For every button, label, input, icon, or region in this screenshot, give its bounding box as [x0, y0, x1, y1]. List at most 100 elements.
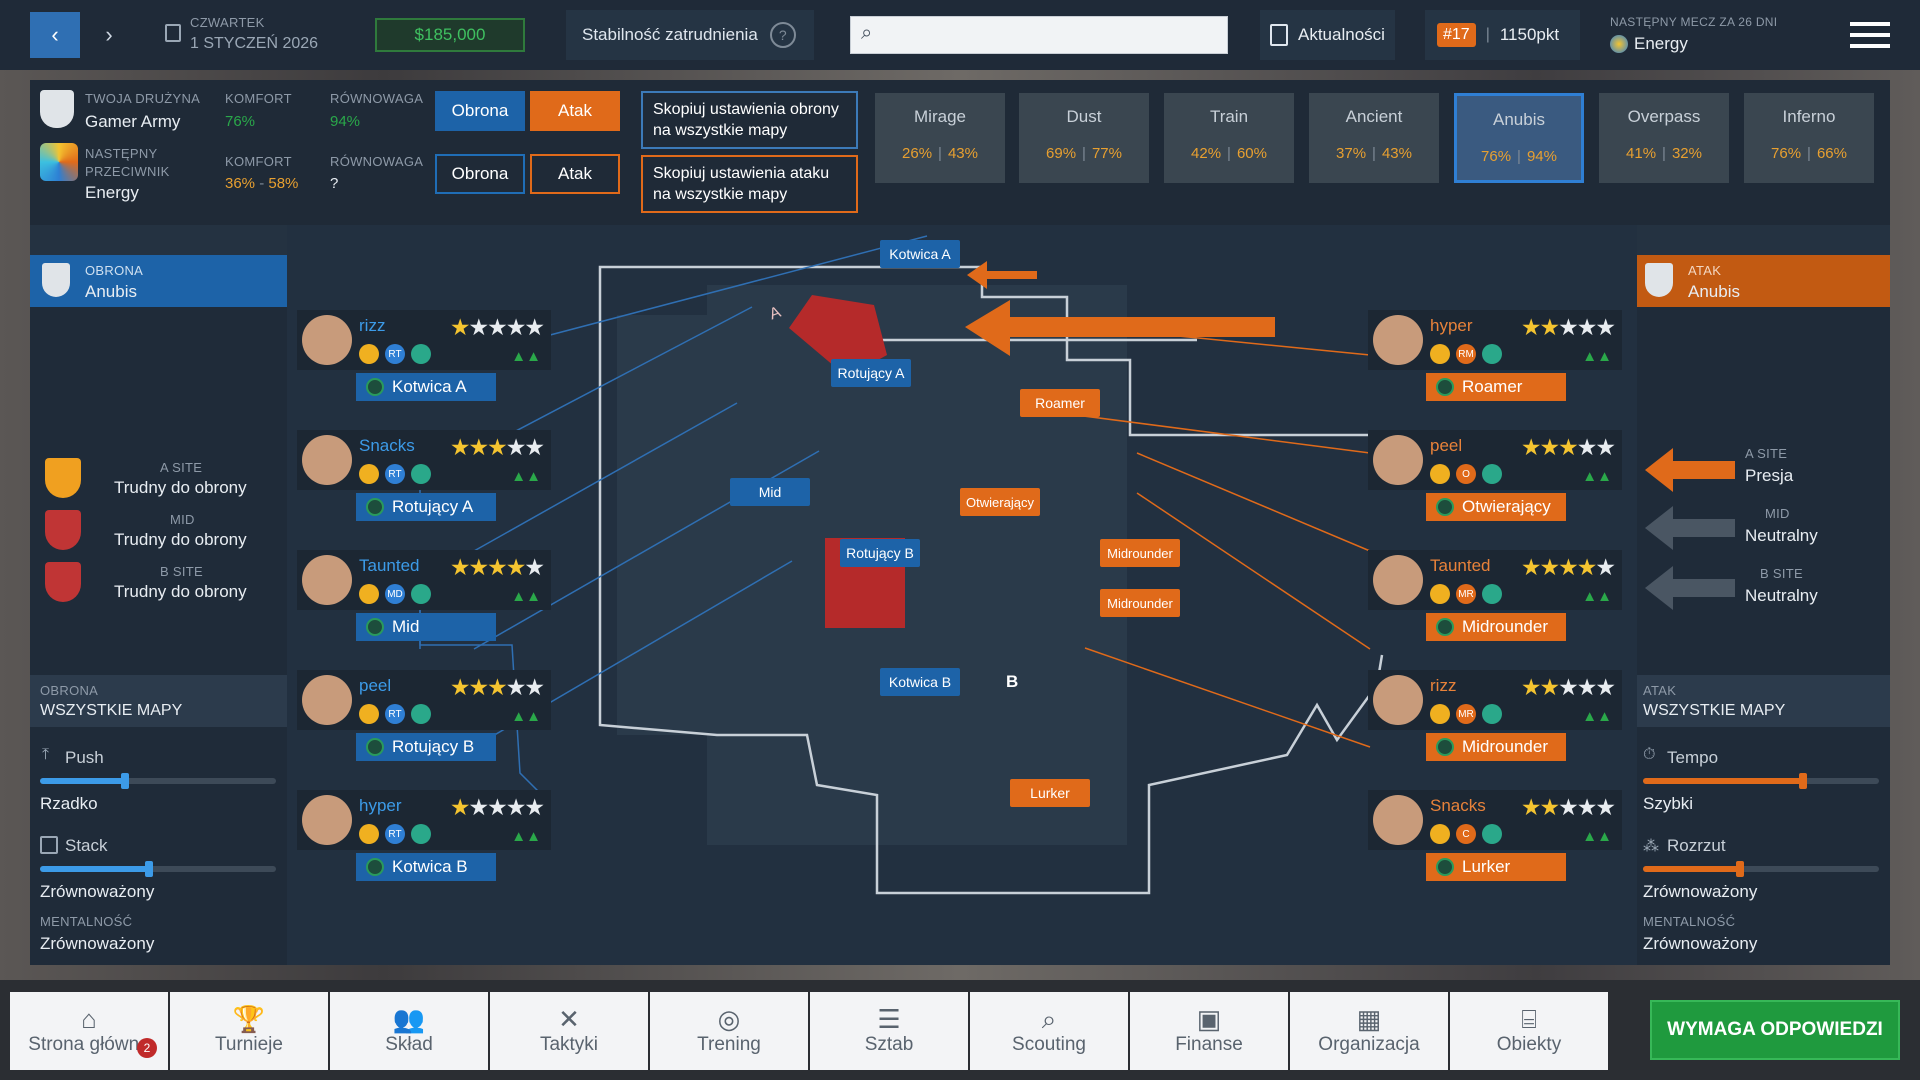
map-label-kotwica-b[interactable]: Kotwica B [880, 668, 960, 696]
menu-icon[interactable] [1850, 22, 1890, 48]
spread-fill [1643, 866, 1740, 872]
map-percent: 76% | 66% [1744, 145, 1874, 162]
shield-icon [1645, 263, 1673, 297]
stack-slider[interactable] [40, 861, 276, 877]
nav-tab-8[interactable]: ▣ Finanse [1130, 992, 1288, 1070]
stability-button[interactable]: Stabilność zatrudnienia ? [566, 10, 814, 60]
stability-label: Stabilność zatrudnienia [582, 25, 758, 44]
map-label-midrounder-2[interactable]: Midrounder [1100, 589, 1180, 617]
role-assignment[interactable]: Midrounder [1426, 733, 1566, 761]
thumbs-icon: ▲▲ [1582, 828, 1612, 845]
stack-knob[interactable] [144, 861, 153, 877]
map-card-ancient[interactable]: Ancient 37% | 43% [1309, 93, 1439, 183]
news-button[interactable]: Aktualności [1260, 10, 1395, 60]
map-card-inferno[interactable]: Inferno 76% | 66% [1744, 93, 1874, 183]
map-card-dust[interactable]: Dust 69% | 77% [1019, 93, 1149, 183]
nav-tab-2[interactable]: 🏆 Turnieje [170, 992, 328, 1070]
mid-arrow-icon[interactable] [1645, 506, 1735, 550]
mentality-value[interactable]: Zrównoważony [40, 934, 154, 954]
push-knob[interactable] [120, 773, 129, 789]
role-assignment[interactable]: Roamer [1426, 373, 1566, 401]
defense-map-header[interactable]: OBRONA Anubis [30, 255, 287, 307]
star-icon: ★ [1558, 674, 1579, 700]
player-card[interactable]: hyper ★★★★★ RT ▲▲ [297, 790, 551, 850]
role-assignment[interactable]: Kotwica A [356, 373, 496, 401]
attack-map-header[interactable]: ATAK Anubis [1633, 255, 1890, 307]
player-avatar [1373, 555, 1423, 605]
star-icon: ★ [449, 314, 471, 340]
player-card[interactable]: Snacks ★★★★★ RT ▲▲ [297, 430, 551, 490]
map-label-midrounder-1[interactable]: Midrounder [1100, 539, 1180, 567]
skill-icon [411, 704, 431, 724]
map-card-overpass[interactable]: Overpass 41% | 32% [1599, 93, 1729, 183]
attack-tab-button[interactable]: Atak [530, 91, 620, 131]
tempo-slider[interactable] [1643, 773, 1879, 789]
copy-defense-button[interactable]: Skopiuj ustawienia obrony na wszystkie m… [641, 91, 858, 149]
nav-tab-10[interactable]: ⌸ Obiekty [1450, 992, 1608, 1070]
player-name: Taunted [359, 556, 420, 575]
help-icon[interactable]: ? [769, 22, 796, 48]
nav-tab-6[interactable]: ☰ Sztab [810, 992, 968, 1070]
nav-tab-1[interactable]: ⌂ Strona główna [10, 992, 168, 1070]
player-card[interactable]: rizz ★★★★★ RT ▲▲ [297, 310, 551, 370]
opp-attack-button[interactable]: Atak [530, 154, 620, 194]
player-avatar [302, 795, 352, 845]
a-site-arrow-icon[interactable] [1645, 448, 1735, 492]
defense-tab-button[interactable]: Obrona [435, 91, 525, 131]
tempo-knob[interactable] [1799, 773, 1808, 789]
nav-tab-7[interactable]: ⌕ Scouting [970, 992, 1128, 1070]
ranking-button[interactable]: #17 | 1150pkt [1425, 10, 1580, 60]
map-card-train[interactable]: Train 42% | 60% [1164, 93, 1294, 183]
map-label-mid[interactable]: Mid [730, 478, 810, 506]
a-site-label: A SITE [160, 460, 203, 475]
role-assignment[interactable]: Otwierający [1426, 493, 1566, 521]
role-assignment[interactable]: Kotwica B [356, 853, 496, 881]
spread-icon: ⁂ [1643, 838, 1659, 855]
map-label-rotujacy-b[interactable]: Rotujący B [840, 539, 920, 567]
map-label-roamer[interactable]: Roamer [1020, 389, 1100, 417]
nav-tab-4[interactable]: ✕ Taktyki [490, 992, 648, 1070]
player-card[interactable]: Snacks ★★★★★ C ▲▲ [1368, 790, 1622, 850]
nav-label: Scouting [1012, 1034, 1086, 1055]
map-card-anubis[interactable]: Anubis 76% | 94% [1454, 93, 1584, 183]
player-card[interactable]: peel ★★★★★ O ▲▲ [1368, 430, 1622, 490]
spread-knob[interactable] [1735, 861, 1744, 877]
b-site-arrow-icon[interactable] [1645, 566, 1735, 610]
map-label-lurker[interactable]: Lurker [1010, 779, 1090, 807]
nav-tab-3[interactable]: 👥 Skład [330, 992, 488, 1070]
role-assignment[interactable]: Rotujący A [356, 493, 496, 521]
defense-all-maps-header: OBRONA WSZYSTKIE MAPY [30, 675, 287, 727]
map-label-rotujacy-a[interactable]: Rotujący A [831, 359, 911, 387]
opp-defense-button[interactable]: Obrona [435, 154, 525, 194]
nav-tab-9[interactable]: ▦ Organizacja [1290, 992, 1448, 1070]
role-assignment[interactable]: Lurker [1426, 853, 1566, 881]
role-assignment[interactable]: Rotujący B [356, 733, 496, 761]
site-b-label[interactable]: B [1006, 672, 1018, 692]
stack-fill [40, 866, 149, 872]
push-slider[interactable] [40, 773, 276, 789]
player-card[interactable]: Taunted ★★★★★ MD ▲▲ [297, 550, 551, 610]
back-button[interactable]: ‹ [30, 12, 80, 58]
nav-label: Taktyki [539, 1034, 599, 1055]
copy-attack-button[interactable]: Skopiuj ustawienia ataku na wszystkie ma… [641, 155, 858, 213]
player-name: hyper [1430, 316, 1473, 335]
map-card-mirage[interactable]: Mirage 26% | 43% [875, 93, 1005, 183]
player-card[interactable]: hyper ★★★★★ RM ▲▲ [1368, 310, 1622, 370]
map-label-kotwica-a[interactable]: Kotwica A [880, 240, 960, 268]
trait-badge: RT [385, 464, 405, 484]
map-label-otwierajacy[interactable]: Otwierający [960, 488, 1040, 516]
search-input[interactable]: ⌕ [850, 16, 1228, 54]
next-match-team[interactable]: Energy [1610, 34, 1688, 54]
player-card[interactable]: peel ★★★★★ RT ▲▲ [297, 670, 551, 730]
nav-label: Organizacja [1318, 1034, 1420, 1055]
player-card[interactable]: Taunted ★★★★★ MR ▲▲ [1368, 550, 1622, 610]
player-avatar [302, 315, 352, 365]
respond-required-button[interactable]: WYMAGA ODPOWIEDZI [1650, 1000, 1900, 1060]
role-assignment[interactable]: Midrounder [1426, 613, 1566, 641]
nav-tab-5[interactable]: ◎ Trening [650, 992, 808, 1070]
forward-button[interactable]: › [84, 12, 134, 58]
role-assignment[interactable]: Mid [356, 613, 496, 641]
player-card[interactable]: rizz ★★★★★ MR ▲▲ [1368, 670, 1622, 730]
att-mentality-value[interactable]: Zrównoważony [1643, 934, 1757, 954]
spread-slider[interactable] [1643, 861, 1879, 877]
